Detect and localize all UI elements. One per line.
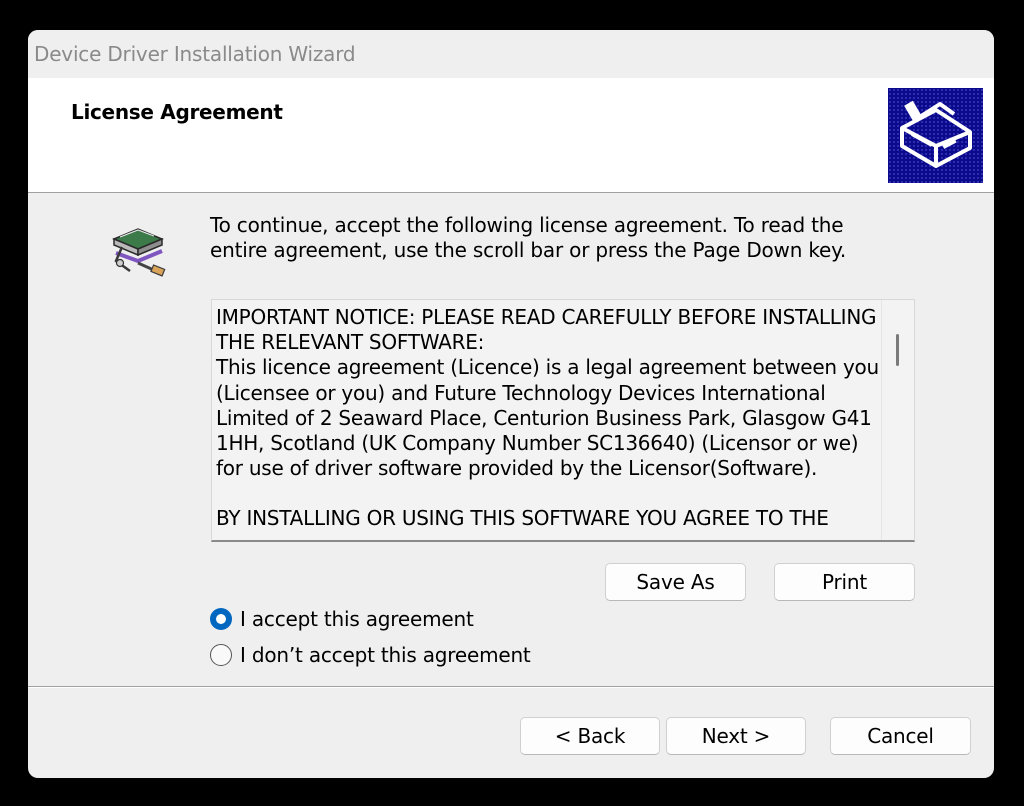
footer-divider-highlight (28, 687, 994, 688)
license-text-box[interactable]: IMPORTANT NOTICE: PLEASE READ CAREFULLY … (211, 299, 915, 542)
hardware-install-icon (888, 88, 983, 183)
accept-radio[interactable] (210, 608, 232, 630)
save-as-button[interactable]: Save As (605, 563, 746, 601)
license-text: IMPORTANT NOTICE: PLEASE READ CAREFULLY … (216, 305, 880, 532)
decline-option[interactable]: I don’t accept this agreement (210, 643, 531, 667)
scrollbar-thumb[interactable] (896, 334, 899, 366)
wizard-header: License Agreement (28, 78, 994, 193)
accept-label[interactable]: I accept this agreement (240, 607, 474, 631)
decline-radio[interactable] (210, 644, 232, 666)
wizard-content: To continue, accept the following licens… (28, 193, 994, 687)
page-heading: License Agreement (71, 100, 283, 124)
title-bar[interactable]: Device Driver Installation Wizard (28, 30, 994, 78)
decline-label[interactable]: I don’t accept this agreement (240, 643, 531, 667)
installer-window: Device Driver Installation Wizard Licens… (28, 30, 994, 778)
license-paragraph: BY INSTALLING OR USING THIS SOFTWARE YOU… (216, 506, 829, 531)
cancel-button[interactable]: Cancel (830, 717, 971, 755)
next-button[interactable]: Next > (666, 717, 806, 755)
license-paragraph: This licence agreement (Licence) is a le… (216, 355, 879, 481)
license-scrollbar[interactable] (881, 300, 914, 540)
accept-option[interactable]: I accept this agreement (210, 607, 474, 631)
window-title: Device Driver Installation Wizard (34, 42, 356, 66)
print-button[interactable]: Print (774, 563, 915, 601)
license-paragraph: IMPORTANT NOTICE: PLEASE READ CAREFULLY … (216, 305, 877, 355)
back-button[interactable]: < Back (520, 717, 660, 755)
instructions-text: To continue, accept the following licens… (210, 213, 847, 262)
software-install-icon (108, 213, 172, 277)
